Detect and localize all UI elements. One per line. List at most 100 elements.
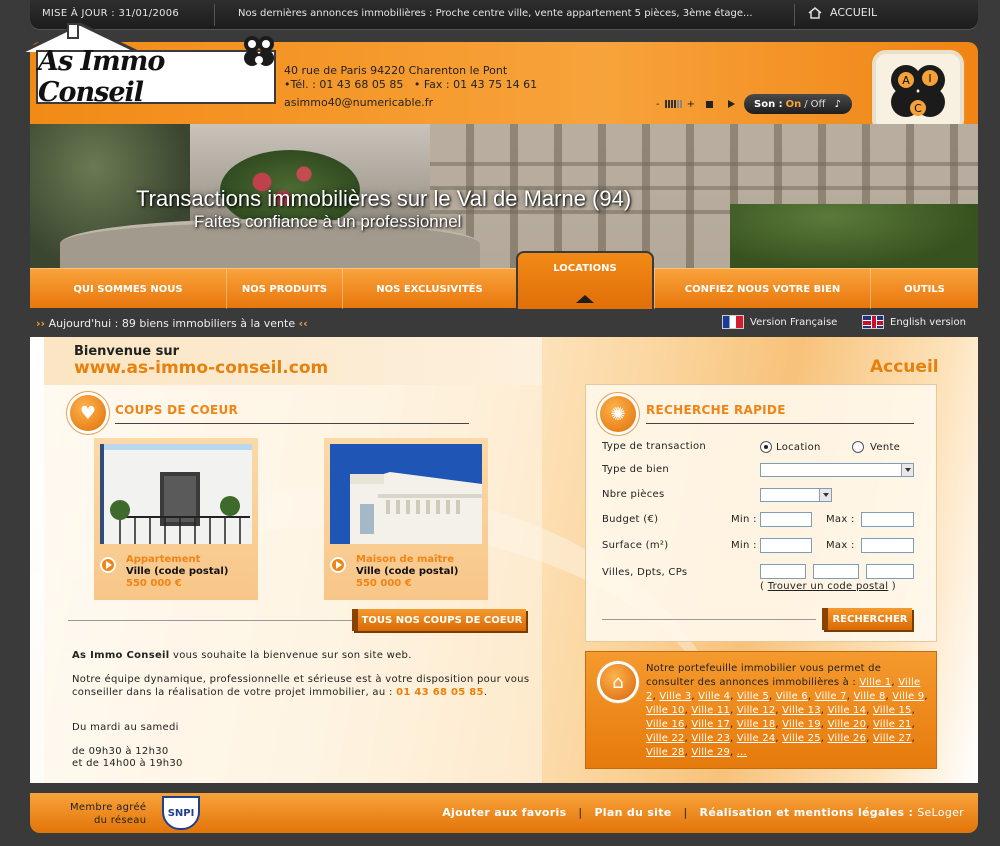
city-separator: , xyxy=(730,719,737,730)
surface-max-label: Max : xyxy=(826,540,855,551)
lang-fr[interactable]: Version Française xyxy=(722,315,837,329)
villes-label: Villes, Dpts, CPs xyxy=(602,567,688,578)
volume-plus-icon[interactable]: + xyxy=(687,99,695,110)
radio-vente-label[interactable]: Vente xyxy=(870,442,900,453)
city-link[interactable]: Ville 14 xyxy=(828,705,867,716)
city-link[interactable]: Ville 20 xyxy=(828,719,867,730)
ville-input-3[interactable] xyxy=(866,564,914,579)
card-type[interactable]: Maison de maître xyxy=(356,554,454,565)
welcome-url: www.as-immo-conseil.com xyxy=(74,358,329,378)
snpi-logo[interactable]: SNPI xyxy=(162,796,200,830)
city-link[interactable]: Ville 16 xyxy=(646,719,685,730)
hours-days: Du mardi au samedi xyxy=(72,722,179,733)
city-link[interactable]: Ville 26 xyxy=(828,733,867,744)
city-link[interactable]: Ville 13 xyxy=(782,705,821,716)
city-link[interactable]: Ville 6 xyxy=(776,691,808,702)
nav-nos-produits[interactable]: NOS PRODUITS xyxy=(226,269,342,309)
card-type[interactable]: Appartement xyxy=(126,554,200,565)
welcome-text-rest: vous souhaite la bienvenue sur son site … xyxy=(169,650,412,661)
phone: Tél. : 01 43 68 05 85 xyxy=(290,78,404,91)
budget-max-input[interactable] xyxy=(861,512,914,527)
email-link[interactable]: asimmo40@numericable.fr xyxy=(284,96,537,109)
city-link[interactable]: Ville 24 xyxy=(737,733,776,744)
city-link[interactable]: ... xyxy=(737,747,747,758)
pieces-select[interactable] xyxy=(760,488,832,502)
sitemap-link[interactable]: Plan du site xyxy=(594,806,671,819)
city-link[interactable]: Ville 29 xyxy=(691,747,730,758)
city-link[interactable]: Ville 4 xyxy=(698,691,730,702)
volume-minus-icon[interactable]: - xyxy=(656,99,660,110)
stop-icon[interactable] xyxy=(706,100,713,108)
ville-input-2[interactable] xyxy=(813,564,859,579)
site-footer: Membre agréé du réseau SNPI Ajouter aux … xyxy=(30,793,978,833)
city-link[interactable]: Ville 28 xyxy=(646,747,685,758)
city-link[interactable]: Ville 17 xyxy=(691,719,730,730)
all-favorites-button[interactable]: TOUS NOS COUPS DE COEUR xyxy=(352,609,526,631)
city-link[interactable]: Ville 10 xyxy=(646,705,685,716)
nav-outils[interactable]: OUTILS xyxy=(870,269,978,309)
surface-min-input[interactable] xyxy=(760,538,812,553)
info-bar: ›› Aujourd'hui : 89 biens immobiliers à … xyxy=(30,312,978,334)
city-link[interactable]: Ville 25 xyxy=(782,733,821,744)
home-link[interactable]: ACCUEIL xyxy=(808,6,877,19)
bien-select[interactable] xyxy=(760,463,914,477)
city-link[interactable]: Ville 3 xyxy=(659,691,691,702)
sound-toggle[interactable]: Son : On / Off ♪ xyxy=(744,94,852,114)
logo-text: As Immo Conseil xyxy=(38,46,165,108)
nav-qui-sommes-nous[interactable]: QUI SOMMES NOUS xyxy=(30,269,226,309)
city-link[interactable]: Ville 18 xyxy=(737,719,776,730)
find-postal-code-link[interactable]: Trouver un code postal xyxy=(768,581,889,592)
sound-on[interactable]: On xyxy=(786,99,802,110)
coups-de-coeur-title: COUPS DE COEUR xyxy=(115,403,239,417)
city-link[interactable]: Ville 5 xyxy=(737,691,769,702)
city-link[interactable]: Ville 19 xyxy=(782,719,821,730)
play-icon[interactable] xyxy=(330,557,346,573)
city-link[interactable]: Ville 11 xyxy=(691,705,730,716)
news-ticker[interactable]: Nos dernières annonces immobilières : Pr… xyxy=(238,8,790,19)
play-icon[interactable] xyxy=(728,100,735,108)
separator: | xyxy=(578,806,583,819)
ville-input-1[interactable] xyxy=(760,564,806,579)
city-link[interactable]: Ville 8 xyxy=(853,691,885,702)
legal-link[interactable]: Réalisation et mentions légales : xyxy=(700,806,914,819)
volume-bar[interactable] xyxy=(664,100,682,108)
city-separator: , xyxy=(820,719,828,730)
seloger-link[interactable]: SeLoger xyxy=(917,806,964,819)
city-link[interactable]: Ville 1 xyxy=(859,677,891,688)
budget-min-input[interactable] xyxy=(760,512,812,527)
main-nav: QUI SOMMES NOUS NOS PRODUITS NOS EXCLUSI… xyxy=(30,251,978,309)
hero-banner: Transactions immobilières sur le Val de … xyxy=(30,124,978,269)
search-gear-icon: ✺ xyxy=(600,396,636,432)
separator: | xyxy=(683,806,688,819)
surface-label: Surface (m²) xyxy=(602,540,669,551)
city-link[interactable]: Ville 27 xyxy=(873,733,912,744)
bullet-icon: • xyxy=(413,78,421,91)
nav-locations[interactable]: LOCATIONS xyxy=(516,251,654,309)
aic-badge: A I C xyxy=(872,50,964,134)
aic-clover-icon: A I C xyxy=(891,65,945,117)
nav-nos-exclusivites[interactable]: NOS EXCLUSIVITÉS xyxy=(342,269,516,309)
radio-vente[interactable] xyxy=(852,441,864,453)
city-link[interactable]: Ville 15 xyxy=(873,705,912,716)
city-link[interactable]: Ville 9 xyxy=(892,691,924,702)
top-bar: MISE À JOUR : 31/01/2006 Nos dernières a… xyxy=(30,0,978,30)
radio-location-label[interactable]: Location xyxy=(776,442,821,453)
divider xyxy=(794,4,795,26)
city-link[interactable]: Ville 23 xyxy=(691,733,730,744)
lang-en[interactable]: English version xyxy=(862,315,966,329)
portfolio-text: Notre portefeuille immobilier vous perme… xyxy=(646,662,928,760)
property-card[interactable]: Appartement Ville (code postal) 550 000 … xyxy=(94,438,258,600)
city-link[interactable]: Ville 22 xyxy=(646,733,685,744)
badge-letter-a: A xyxy=(902,74,910,87)
radio-location[interactable] xyxy=(760,441,772,453)
surface-max-input[interactable] xyxy=(861,538,914,553)
sound-off[interactable]: Off xyxy=(811,99,826,110)
city-link[interactable]: Ville 12 xyxy=(737,705,776,716)
city-link[interactable]: Ville 7 xyxy=(815,691,847,702)
city-link[interactable]: Ville 21 xyxy=(873,719,912,730)
add-favorites-link[interactable]: Ajouter aux favoris xyxy=(442,806,566,819)
property-card[interactable]: Maison de maître Ville (code postal) 550… xyxy=(324,438,488,600)
search-button[interactable]: RECHERCHER xyxy=(822,608,912,630)
nav-confiez-nous[interactable]: CONFIEZ NOUS VOTRE BIEN xyxy=(654,269,870,309)
play-icon[interactable] xyxy=(100,557,116,573)
